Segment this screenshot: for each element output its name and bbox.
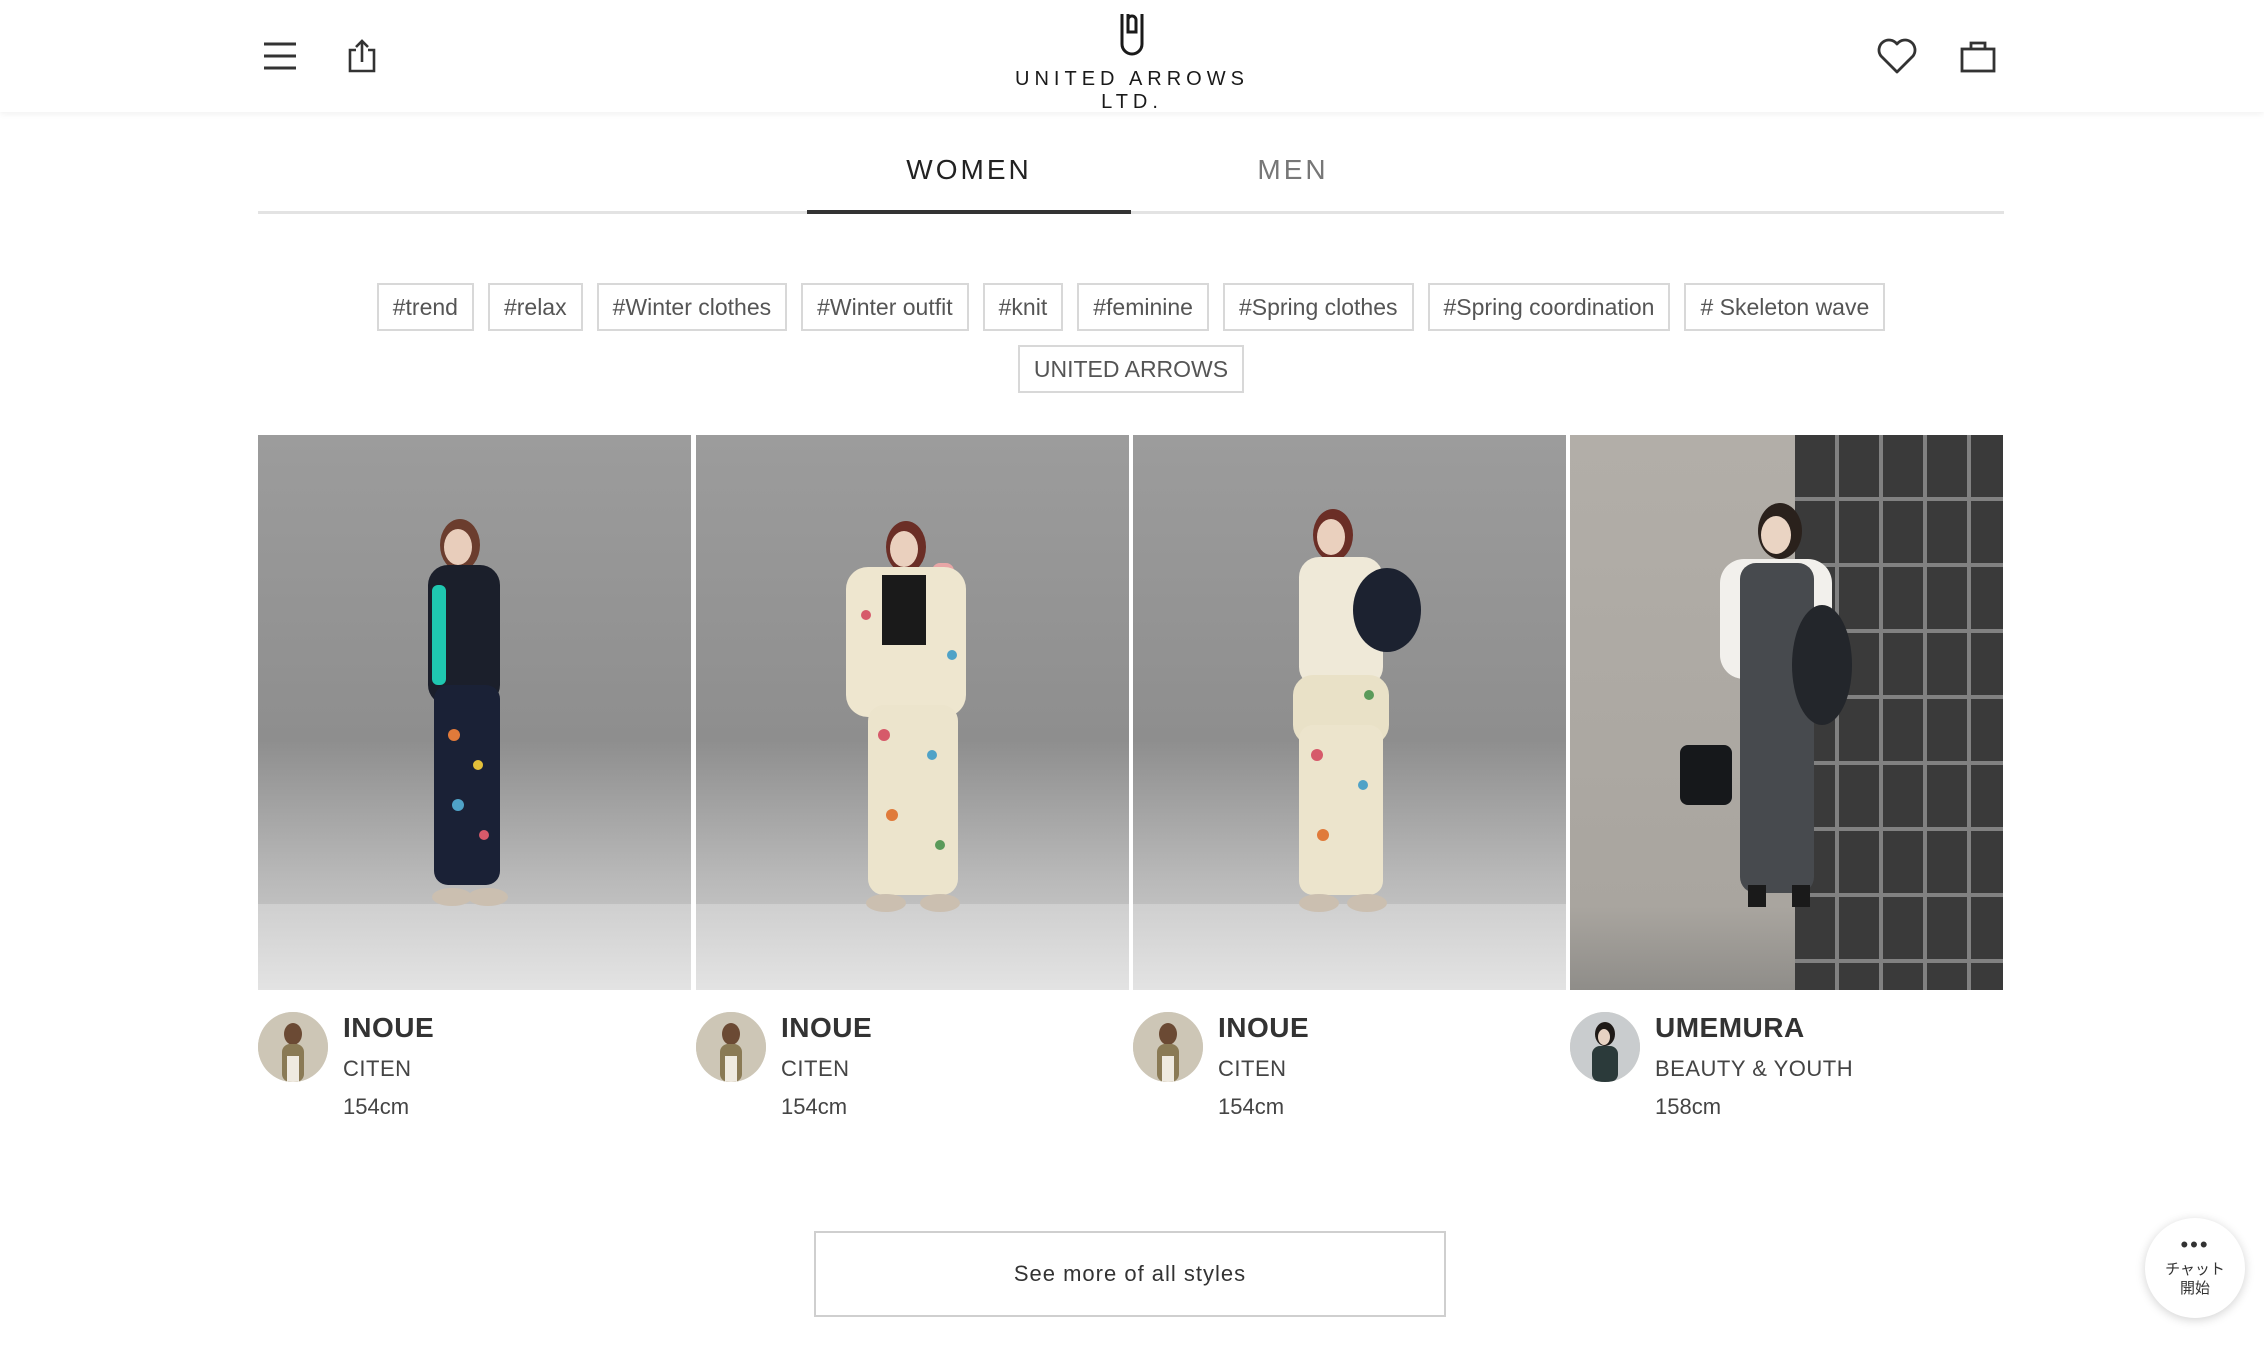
staff-name: INOUE [343, 1012, 435, 1043]
staff-brand: BEAUTY & YOUTH [1655, 1056, 1854, 1081]
staff-height: 154cm [781, 1094, 848, 1119]
brand-logo[interactable]: UNITED ARROWS LTD. [982, 10, 1282, 113]
staff-brand: CITEN [343, 1056, 412, 1081]
hashtag-chip[interactable]: # Skeleton wave [1684, 283, 1886, 331]
tab-women[interactable]: WOMEN [807, 140, 1131, 214]
style-card[interactable]: INOUE CITEN 154cm [696, 435, 1129, 1132]
tab-women-label: WOMEN [906, 154, 1032, 185]
style-card[interactable]: INOUE CITEN 154cm [258, 435, 691, 1132]
staff-name: INOUE [781, 1012, 873, 1043]
hashtag-chip[interactable]: #relax [487, 283, 583, 331]
model-figure [1293, 509, 1421, 912]
staff-brand: CITEN [1218, 1056, 1287, 1081]
tab-men[interactable]: MEN [1131, 140, 1455, 214]
hashtag-list: #trend #relax #Winter clothes #Winter ou… [258, 283, 2004, 407]
hashtag-chip[interactable]: #Winter outfit [801, 283, 969, 331]
staff-brand: CITEN [781, 1056, 850, 1081]
style-card[interactable]: INOUE CITEN 154cm [1133, 435, 1566, 1132]
hashtag-chip[interactable]: #knit [982, 283, 1064, 331]
staff-info[interactable]: INOUE CITEN 154cm [258, 1012, 691, 1132]
staff-height: 154cm [343, 1094, 410, 1119]
share-icon[interactable] [342, 34, 382, 78]
hashtag-chip[interactable]: #Spring clothes [1222, 283, 1414, 331]
active-tab-indicator [807, 210, 1131, 214]
style-photo[interactable] [1570, 435, 2003, 990]
staff-height: 154cm [1218, 1094, 1285, 1119]
model-figure [428, 519, 508, 906]
staff-height: 158cm [1655, 1094, 1722, 1119]
see-more-button[interactable]: See more of all styles [814, 1231, 1446, 1317]
site-header: UNITED ARROWS LTD. [0, 0, 2264, 113]
heart-icon[interactable] [1874, 34, 1920, 78]
hashtag-chip[interactable]: UNITED ARROWS [1017, 345, 1245, 393]
more-dots-icon: ••• [2180, 1232, 2210, 1257]
staff-name: INOUE [1218, 1012, 1310, 1043]
staff-name: UMEMURA [1655, 1012, 1805, 1043]
staff-avatar[interactable] [1570, 1012, 1640, 1082]
hashtag-chip[interactable]: #trend [376, 283, 474, 331]
tab-men-label: MEN [1257, 154, 1329, 185]
model-figure [1680, 503, 1852, 907]
bag-icon[interactable] [1956, 34, 2000, 78]
staff-avatar[interactable] [258, 1012, 328, 1082]
gender-tabs: WOMEN MEN [258, 140, 2004, 214]
hashtag-chip[interactable]: #feminine [1077, 283, 1209, 331]
style-photo[interactable] [696, 435, 1129, 990]
staff-avatar[interactable] [696, 1012, 766, 1082]
chat-button[interactable]: ••• チャット 開始 [2145, 1218, 2245, 1318]
arrows-logo-icon [1120, 14, 1144, 56]
staff-avatar[interactable] [1133, 1012, 1203, 1082]
staff-info[interactable]: UMEMURA BEAUTY & YOUTH 158cm [1570, 1012, 2003, 1132]
brand-name: UNITED ARROWS LTD. [1015, 68, 1249, 113]
style-card[interactable]: UMEMURA BEAUTY & YOUTH 158cm [1570, 435, 2003, 1132]
menu-icon[interactable] [258, 36, 302, 76]
hashtag-chip[interactable]: #Spring coordination [1427, 283, 1671, 331]
model-figure [846, 521, 966, 912]
staff-info[interactable]: INOUE CITEN 154cm [1133, 1012, 1566, 1132]
style-photo[interactable] [1133, 435, 1566, 990]
chat-label: チャット 開始 [2165, 1261, 2225, 1297]
hashtag-chip[interactable]: #Winter clothes [596, 283, 788, 331]
style-photo[interactable] [258, 435, 691, 990]
staff-info[interactable]: INOUE CITEN 154cm [696, 1012, 1129, 1132]
